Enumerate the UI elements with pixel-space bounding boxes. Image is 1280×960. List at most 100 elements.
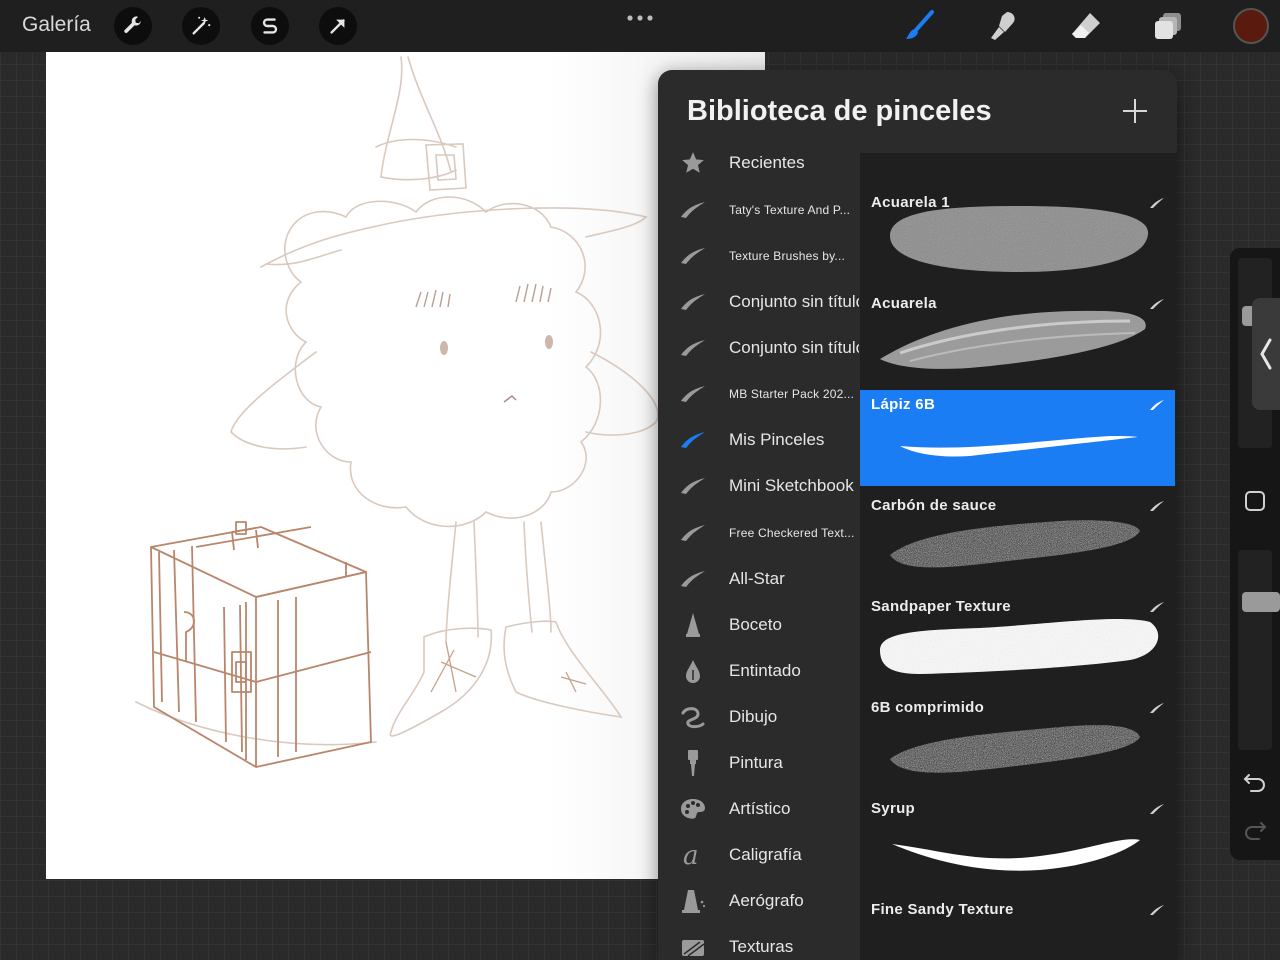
- loop-icon: [678, 702, 708, 732]
- texture-icon: [678, 932, 708, 960]
- brush-set-item[interactable]: All-Star: [658, 556, 860, 602]
- brush-stroke-icon: [678, 287, 708, 317]
- more-options-icon[interactable]: [626, 10, 654, 28]
- brush-set-label: Taty's Texture And P...: [729, 203, 851, 217]
- brush-item[interactable]: 6B comprimido: [860, 693, 1175, 789]
- brush-library-panel: Biblioteca de pinceles Recientes Taty's T…: [658, 70, 1177, 960]
- brush-type-icon: [1149, 701, 1165, 719]
- sidebar-collapse-tab[interactable]: [1252, 298, 1280, 410]
- brush-type-icon: [1149, 297, 1165, 315]
- brush-set-item[interactable]: Artístico: [658, 786, 860, 832]
- brush-set-item[interactable]: Free Checkered Text...: [658, 510, 860, 556]
- brush-set-label: Entintado: [729, 661, 801, 680]
- brush-set-item[interactable]: Entintado: [658, 648, 860, 694]
- brush-set-label: Conjunto sin título: [729, 292, 859, 311]
- brush-set-item[interactable]: Recientes: [658, 140, 860, 186]
- wrench-icon[interactable]: [114, 7, 152, 45]
- chevron-left-icon: [1260, 338, 1272, 370]
- brush-set-label: Recientes: [729, 153, 805, 172]
- brush-type-icon: [1149, 499, 1165, 517]
- brush-stroke-icon: [678, 518, 708, 548]
- brush-set-item[interactable]: Conjunto sin título: [658, 279, 860, 325]
- brush-item[interactable]: Carbón de sauce: [860, 491, 1175, 587]
- brush-type-icon: [1149, 398, 1165, 416]
- brush-type-icon: [1149, 600, 1165, 618]
- brush-stroke-icon: [678, 564, 708, 594]
- modify-square-icon[interactable]: [1240, 486, 1270, 516]
- brush-set-item[interactable]: Dibujo: [658, 694, 860, 740]
- brush-stroke-icon: [678, 379, 708, 409]
- brush-item[interactable]: Fine Sandy Texture: [860, 895, 1175, 960]
- brush-set-item[interactable]: Taty's Texture And P...: [658, 187, 860, 233]
- brush-set-label: Texturas: [729, 937, 794, 956]
- brush-item[interactable]: Acuarela: [860, 289, 1175, 385]
- palette-icon: [678, 794, 708, 824]
- top-toolbar: Galería: [0, 0, 1280, 52]
- magic-wand-icon[interactable]: [182, 7, 220, 45]
- brush-type-icon: [1149, 196, 1165, 214]
- plus-icon: [1123, 99, 1147, 123]
- star-icon: [678, 148, 708, 178]
- brush-stroke-icon: [678, 333, 708, 363]
- redo-icon[interactable]: [1240, 814, 1270, 844]
- transform-arrow-icon[interactable]: [319, 7, 357, 45]
- brush-set-label: Boceto: [729, 615, 782, 634]
- brush-set-label: All-Star: [729, 569, 785, 588]
- selection-s-icon[interactable]: [251, 7, 289, 45]
- brush-type-icon: [1149, 903, 1165, 921]
- brush-set-item[interactable]: Mini Sketchbook: [658, 463, 860, 509]
- brush-stroke-icon: [678, 425, 708, 455]
- brush-sets-list[interactable]: Recientes Taty's Texture And P... Texture …: [658, 140, 860, 960]
- brush-set-label: Dibujo: [729, 707, 778, 726]
- script-a-icon: a: [678, 840, 708, 870]
- undo-icon[interactable]: [1240, 766, 1270, 796]
- brush-set-item[interactable]: Texture Brushes by...: [658, 233, 860, 279]
- brush-name: Lápiz 6B: [871, 396, 936, 413]
- brush-item[interactable]: Acuarela 1: [860, 188, 1175, 284]
- brush-name: Syrup: [871, 800, 916, 817]
- brush-set-item[interactable]: MB Starter Pack 202...: [658, 371, 860, 417]
- brush-stroke-icon: [678, 241, 708, 271]
- brush-name: Carbón de sauce: [871, 497, 997, 514]
- brush-set-label: Caligrafía: [729, 845, 802, 864]
- brush-item[interactable]: Sandpaper Texture: [860, 592, 1175, 688]
- brush-set-label: Free Checkered Text...: [729, 526, 855, 540]
- brush-set-label: Mis Pinceles: [729, 430, 825, 449]
- opacity-slider[interactable]: [1238, 550, 1280, 750]
- brush-set-item[interactable]: Aerógrafo: [658, 878, 860, 924]
- color-picker-swatch[interactable]: [1233, 8, 1269, 44]
- brush-type-icon: [1149, 802, 1165, 820]
- add-brush-set-button[interactable]: [1122, 98, 1148, 129]
- ink-drop-icon: [678, 656, 708, 686]
- airbrush-icon: [678, 886, 708, 916]
- brush-set-item[interactable]: Pintura: [658, 740, 860, 786]
- brush-set-label: Conjunto sin título: [729, 338, 859, 357]
- brush-list[interactable]: Acuarela 1 Acuarela Lápiz 6B Carbón de sa…: [860, 153, 1177, 960]
- paintbrush-icon: [678, 748, 708, 778]
- brush-stroke-icon: [678, 471, 708, 501]
- brush-set-label: MB Starter Pack 202...: [729, 387, 855, 401]
- opacity-thumb[interactable]: [1242, 592, 1280, 612]
- brush-set-item[interactable]: Conjunto sin título: [658, 325, 860, 371]
- brush-set-item[interactable]: a Caligrafía: [658, 832, 860, 878]
- brush-set-item[interactable]: Texturas: [658, 924, 860, 960]
- brush-name: Acuarela: [871, 295, 937, 312]
- brush-set-label: Pintura: [729, 753, 783, 772]
- brush-icon[interactable]: [902, 8, 938, 44]
- layers-icon[interactable]: [1151, 8, 1187, 44]
- smudge-icon[interactable]: [985, 8, 1021, 44]
- brush-set-label: Artístico: [729, 799, 791, 818]
- brush-set-item[interactable]: Boceto: [658, 602, 860, 648]
- brush-item[interactable]: Syrup: [860, 794, 1175, 890]
- pencil-tip-icon: [678, 610, 708, 640]
- brush-set-item[interactable]: Mis Pinceles: [658, 417, 860, 463]
- brush-name: Fine Sandy Texture: [871, 901, 1014, 918]
- gallery-button[interactable]: Galería: [22, 13, 91, 37]
- brush-set-label: Aerógrafo: [729, 891, 804, 910]
- brush-set-label: Texture Brushes by...: [729, 249, 846, 263]
- brush-set-label: Mini Sketchbook: [729, 476, 854, 495]
- brush-item[interactable]: Lápiz 6B: [860, 390, 1175, 486]
- eraser-icon[interactable]: [1068, 8, 1104, 44]
- svg-text:a: a: [683, 842, 699, 868]
- brush-name: Acuarela 1: [871, 194, 950, 211]
